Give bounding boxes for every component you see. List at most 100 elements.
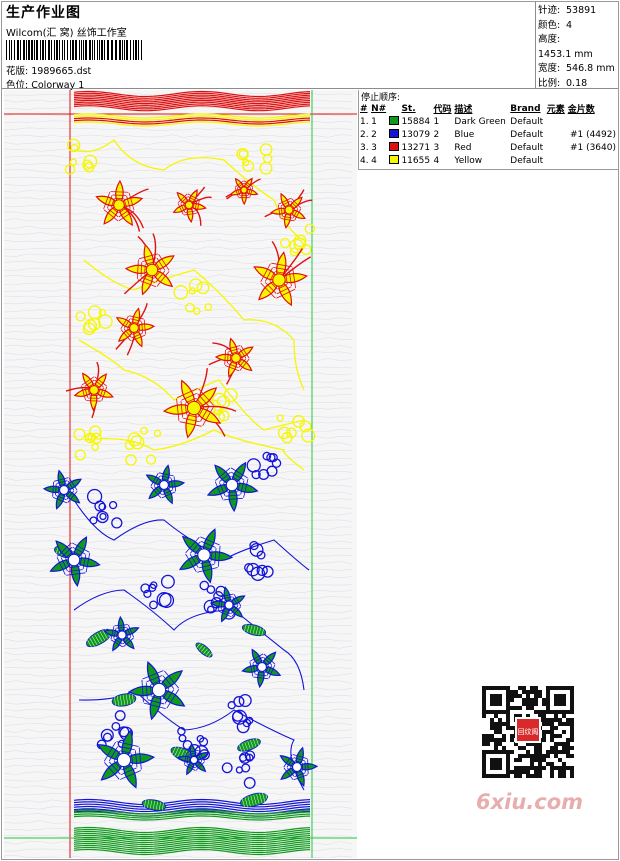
qr-module [534,686,538,690]
qr-module [534,690,538,694]
background-stitch [4,176,353,180]
background-stitch [4,225,353,229]
blue-green-flower [103,615,140,652]
swirl-loop [140,426,148,435]
qr-module [542,718,546,722]
barcode-bar [14,40,15,60]
cell-description: Dark Green [454,116,506,127]
qr-module [498,730,502,734]
background-stitch [4,582,353,586]
qr-module [546,718,550,722]
qr-module [562,714,566,718]
swirl-loop [173,285,189,300]
flower-center [284,205,294,215]
qr-module [570,734,574,738]
color-swatch [388,129,399,138]
flower-center [292,762,302,772]
petal-stitch [224,350,226,365]
col-element: 元素 [546,105,565,115]
qr-module [530,758,534,762]
cell-sequins [567,115,617,128]
swirl-loop [235,766,244,774]
qr-module [550,762,554,766]
leaf-shape [195,642,213,658]
qr-module [518,694,522,698]
background-stitch [4,855,353,858]
qr-module [482,738,486,742]
col-brand: Brand [510,103,541,114]
petal-stitch [140,262,143,277]
background-stitch [4,603,352,607]
cell-description: Blue [454,129,475,140]
qr-module [570,722,574,726]
stat-scale: 比例: 0.18 [538,77,588,89]
qr-module [566,718,570,722]
swirl-loop [221,762,233,774]
qr-module [530,762,534,766]
cell-element [546,115,567,128]
background-stitch [4,148,353,152]
cell-brand: Default [510,142,544,153]
qr-module [490,726,494,730]
red-yellow-flower [124,243,175,296]
qr-module [494,746,498,750]
qr-module [526,750,530,754]
qr-module [514,766,518,770]
qr-module [522,746,526,750]
barcode-bar [124,40,125,60]
qr-module [494,738,498,742]
swirl-loop [69,158,78,166]
qr-module [538,690,542,694]
qr-module [530,754,534,758]
cell-needle: 4 [371,155,377,166]
qr-module [562,762,566,766]
barcode-bar [83,40,84,60]
qr-module [498,726,502,730]
watermark: 6xiu.com [476,790,584,814]
qr-module [550,734,554,738]
qr-module [518,774,522,778]
qr-module [538,746,542,750]
cell-stitches: 11655 [401,155,431,166]
qr-module [554,726,558,730]
barcode-bar [94,40,95,60]
blue-vine [73,589,305,691]
qr-module [538,774,542,778]
qr-module [498,742,502,746]
qr-module [494,726,498,730]
stat-colors: 颜色: 4 [538,19,573,31]
background-stitch [4,400,353,404]
yellow-swirl-cluster [236,143,273,175]
qr-module [518,754,522,758]
background-stitch [4,372,353,376]
qr-module [558,722,562,726]
barcode-bar [75,40,77,60]
cell-index: 4. [360,155,369,166]
qr-module [518,770,522,774]
cell-code: 3 [433,142,440,153]
qr-module [538,766,542,770]
qr-module [570,766,574,770]
qr-module [570,726,574,730]
qr-module [522,754,526,758]
qr-module [514,774,518,778]
cell-swatch [388,115,401,128]
cell-code: 4 [433,155,440,166]
red-yellow-flower [162,379,222,439]
flower-center [145,263,159,277]
barcode-bar [42,40,44,60]
page-title: 生产作业图 [6,5,81,21]
petal-stitch [116,626,127,629]
qr-module [542,754,546,758]
barcode-bar [141,40,142,60]
qr-module [486,742,490,746]
barcode-bar [28,40,30,60]
barcode-bar [126,40,128,60]
qr-module [534,770,538,774]
table-row: 2. 2 13079 2 Blue Default #1 (4492) [359,128,617,141]
band-stitch [73,121,311,127]
background-stitch [4,218,352,222]
qr-module [550,766,554,770]
qr-module [550,726,554,730]
qr-module [534,694,538,698]
